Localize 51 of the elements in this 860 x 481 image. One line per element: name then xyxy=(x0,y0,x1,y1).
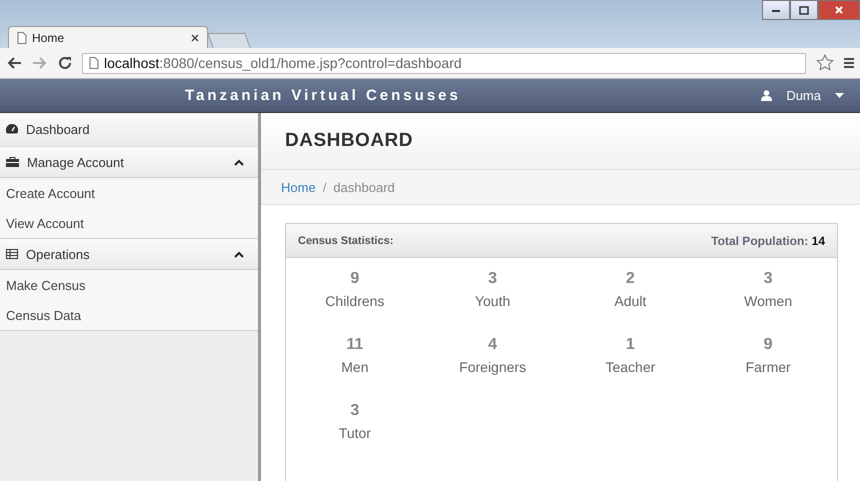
stat-label: Farmer xyxy=(746,359,791,375)
stat-label: Teacher xyxy=(605,359,656,375)
page-icon xyxy=(17,32,27,44)
star-icon[interactable] xyxy=(816,54,834,72)
sidebar-item[interactable]: Operations xyxy=(0,238,258,270)
page-title: DASHBOARD xyxy=(285,130,413,152)
stat-label: Foreigners xyxy=(459,359,526,375)
user-menu[interactable]: Duma xyxy=(757,88,848,103)
url-text: localhost:8080/census_old1/home.jsp?control=dashboard xyxy=(104,55,462,71)
total-population: Total Population: 14 xyxy=(711,234,825,248)
gauge-icon xyxy=(6,124,18,135)
stat-value: 4 xyxy=(488,336,498,354)
stat-label: Men xyxy=(341,359,368,375)
panel-title: Census Statistics: xyxy=(298,234,394,246)
sidebar-item[interactable]: Dashboard xyxy=(0,113,258,147)
stat-label: Women xyxy=(744,293,792,309)
app-title: Tanzanian Virtual Censuses xyxy=(185,87,461,104)
maximize-button[interactable] xyxy=(790,0,818,20)
stat-label: Adult xyxy=(614,293,646,309)
stat-value: 2 xyxy=(626,270,635,288)
close-icon[interactable] xyxy=(191,34,199,42)
breadcrumb-separator: / xyxy=(322,180,326,194)
tab-title: Home xyxy=(32,30,66,44)
stat-value: 9 xyxy=(764,336,773,354)
back-icon[interactable] xyxy=(6,56,22,70)
minimize-icon xyxy=(771,7,781,13)
user-icon xyxy=(761,90,772,101)
stat-value: 3 xyxy=(764,270,773,288)
stat-value: 9 xyxy=(350,270,360,288)
stat-value: 11 xyxy=(346,336,364,354)
close-icon xyxy=(834,5,844,15)
reload-icon[interactable] xyxy=(58,56,72,70)
minimize-button[interactable] xyxy=(762,0,790,20)
breadcrumb-link[interactable]: Home xyxy=(281,180,316,194)
page-icon xyxy=(89,57,99,69)
address-bar[interactable]: localhost:8080/census_old1/home.jsp?control=dashboard xyxy=(82,52,806,74)
browser-tab[interactable]: Home xyxy=(8,26,208,48)
stat-label: Childrens xyxy=(325,293,384,309)
stat-label: Tutor xyxy=(338,425,371,441)
briefcase-icon xyxy=(6,157,19,167)
table-icon xyxy=(6,249,18,259)
stat-value: 3 xyxy=(488,270,498,288)
caret-icon xyxy=(835,93,844,98)
sidebar-item[interactable]: Manage Account xyxy=(0,147,258,178)
maximize-icon xyxy=(799,6,809,14)
close-button[interactable] xyxy=(818,0,860,20)
menu-icon[interactable] xyxy=(844,57,854,69)
stat-label: Youth xyxy=(474,293,510,309)
stat-value: 3 xyxy=(350,402,360,420)
breadcrumb-current: dashboard xyxy=(333,180,395,194)
stat-value: 1 xyxy=(626,336,635,354)
